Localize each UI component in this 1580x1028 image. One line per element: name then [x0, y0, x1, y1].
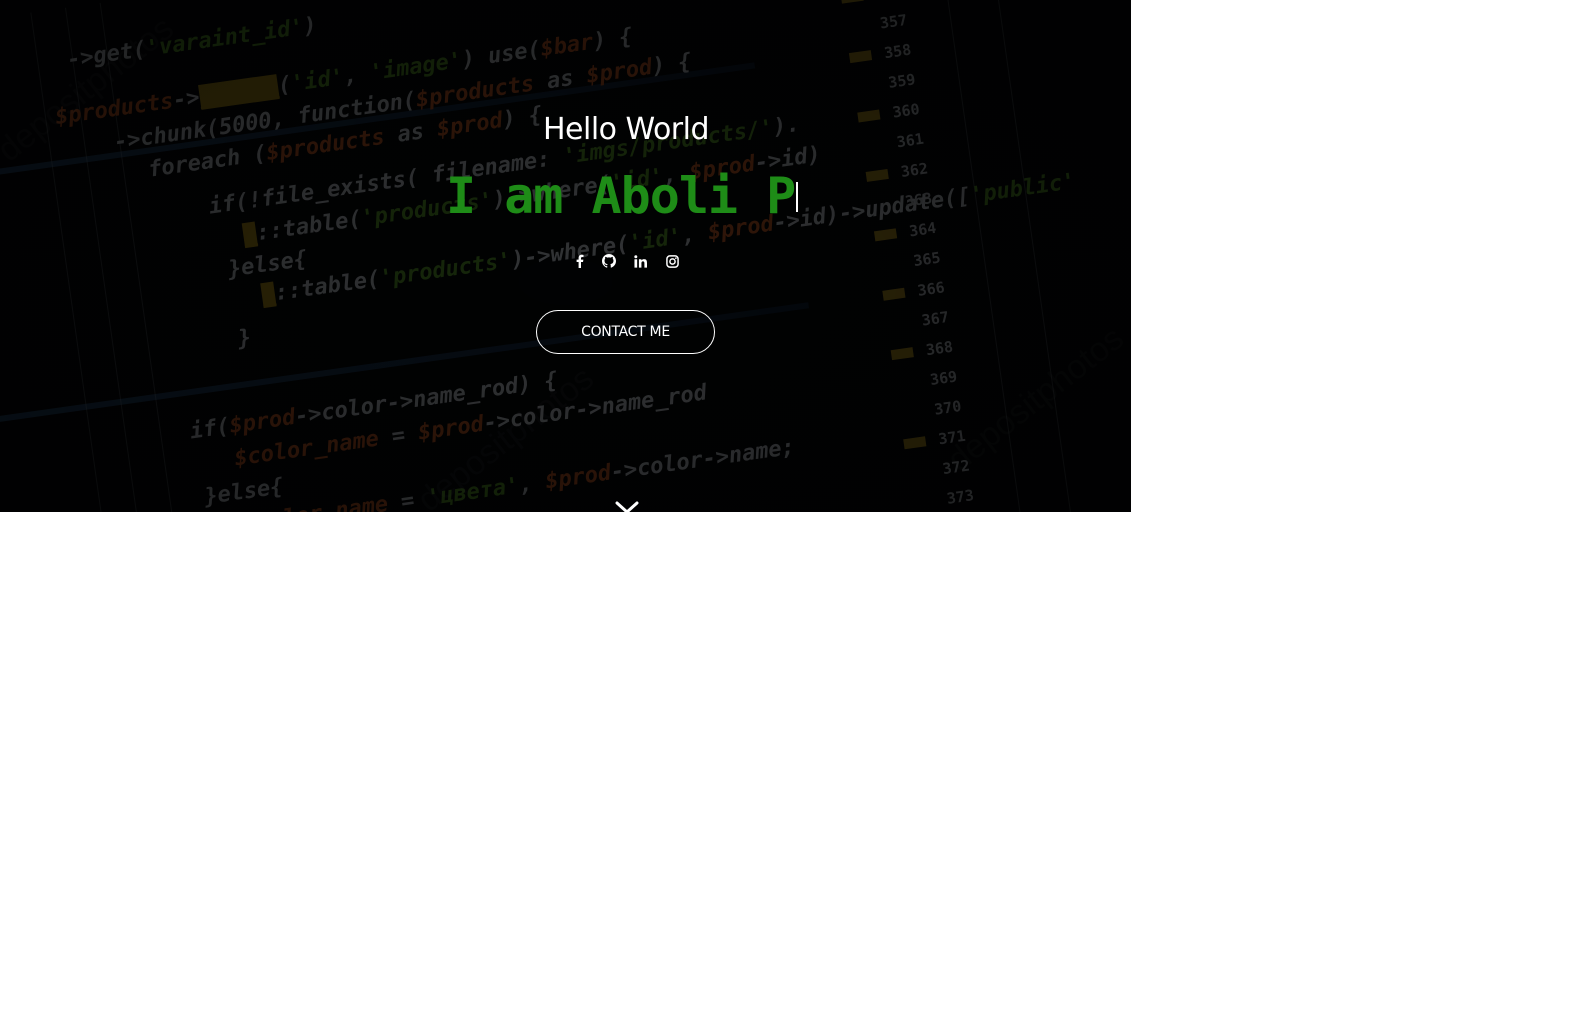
- chevron-down-icon: [615, 500, 639, 512]
- typed-text: I am Aboli P: [446, 167, 796, 225]
- typing-cursor: [796, 182, 799, 212]
- contact-me-button[interactable]: CONTACT ME: [536, 310, 715, 354]
- typed-intro: I am Aboli P: [446, 167, 799, 225]
- instagram-link[interactable]: [663, 252, 681, 270]
- linkedin-link[interactable]: [631, 252, 649, 270]
- github-icon: [602, 254, 616, 268]
- facebook-icon: [575, 254, 584, 268]
- facebook-link[interactable]: [570, 252, 588, 270]
- hero-section: ->get('varaint_id') $products->______('i…: [0, 0, 1131, 512]
- greeting-heading: Hello World: [542, 112, 710, 147]
- github-link[interactable]: [600, 252, 618, 270]
- linkedin-icon: [633, 254, 647, 268]
- hero-content: Hello World I am Aboli P CONTACT ME: [0, 0, 1131, 512]
- instagram-icon: [665, 254, 679, 268]
- social-links: [566, 252, 690, 270]
- scroll-down-button[interactable]: [615, 500, 639, 512]
